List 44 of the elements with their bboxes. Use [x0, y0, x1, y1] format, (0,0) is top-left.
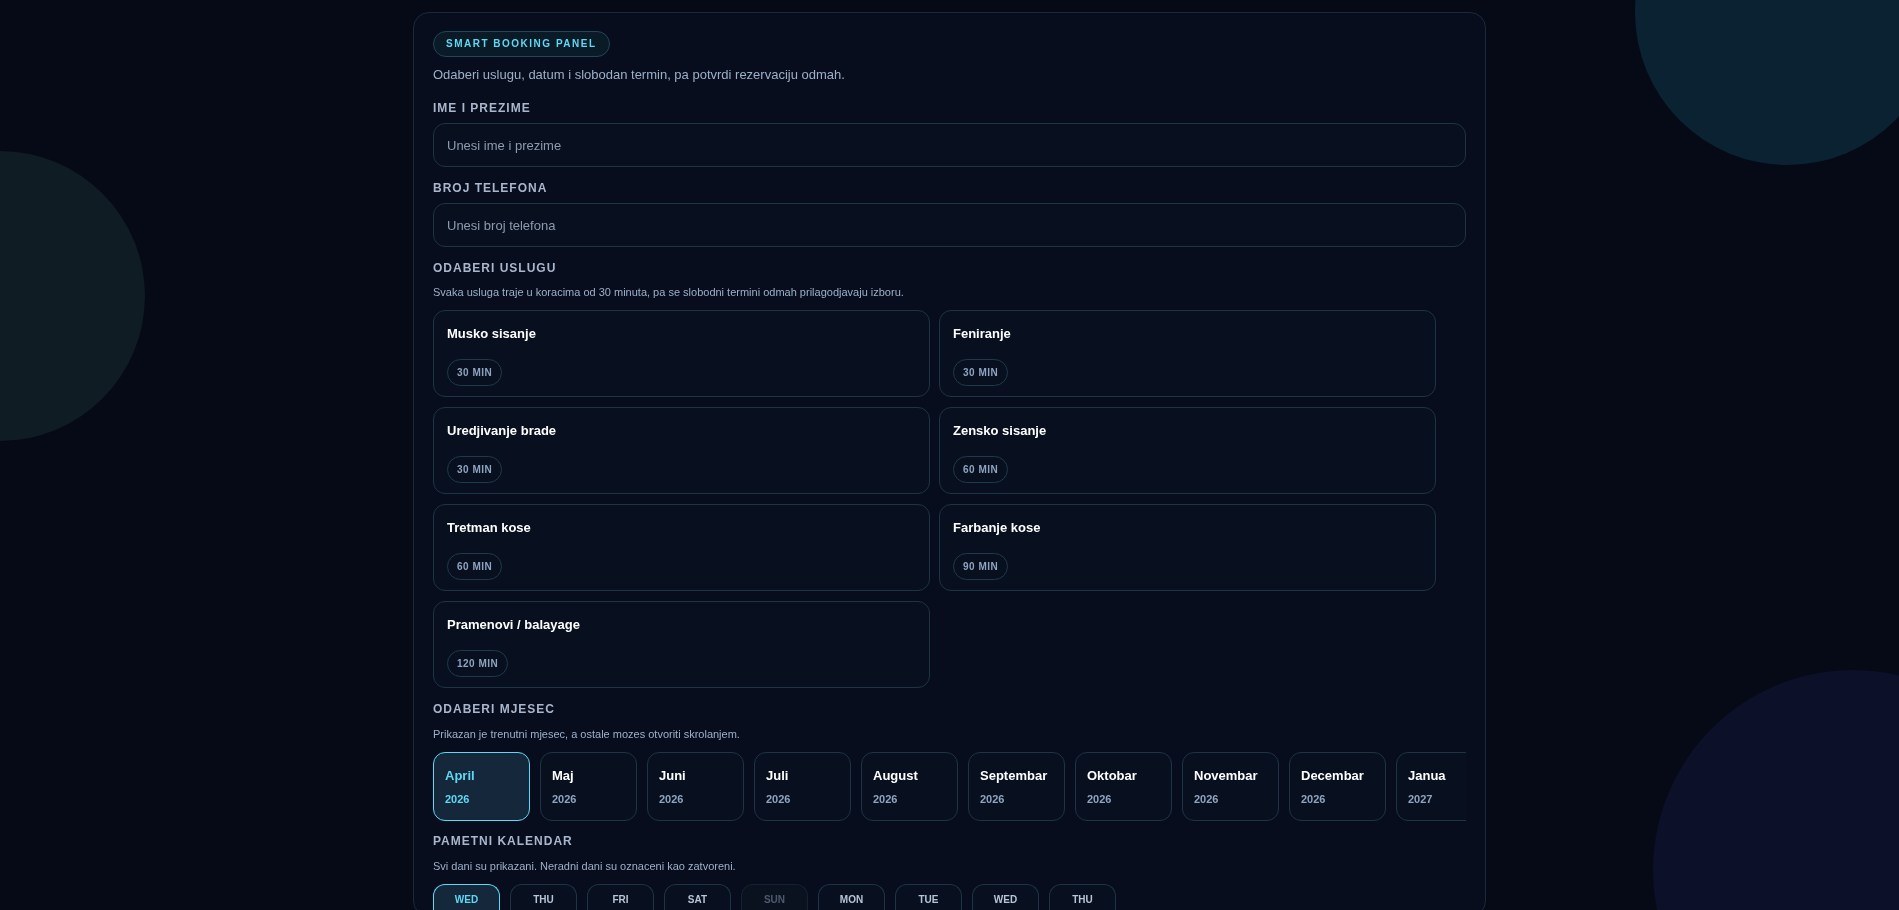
service-name: Farbanje kose [953, 519, 1041, 537]
day-option[interactable]: THU [510, 884, 577, 910]
service-card[interactable]: Feniranje 30 MIN [939, 310, 1436, 397]
section-description: Svi dani su prikazani. Neradni dani su oznaceni kao zatvoreni. [433, 859, 737, 873]
service-card[interactable]: Tretman kose 60 MIN [433, 504, 930, 591]
day-option[interactable]: SAT [664, 884, 731, 910]
section-label: BROJ TELEFONA [433, 181, 549, 195]
service-card[interactable]: Uredjivanje brade 30 MIN [433, 407, 930, 494]
text-input-field[interactable]: Unesi ime i prezime [433, 123, 1466, 167]
service-card[interactable]: Pramenovi / balayage 120 MIN [433, 601, 930, 688]
month-option[interactable]: Novembar 2026 [1182, 752, 1279, 821]
section-label: IME I PREZIME [433, 101, 532, 115]
month-option[interactable]: Juli 2026 [754, 752, 851, 821]
section-label: ODABERI MJESEC [433, 702, 557, 716]
month-option[interactable]: Oktobar 2026 [1075, 752, 1172, 821]
month-option[interactable]: April 2026 [433, 752, 530, 821]
day-option[interactable]: WED [433, 884, 500, 910]
panel-badge: SMART BOOKING PANEL [433, 31, 610, 57]
month-option[interactable]: Septembar 2026 [968, 752, 1065, 821]
month-option[interactable]: Decembar 2026 [1289, 752, 1386, 821]
section-description: Svaka usluga traje u koracima od 30 minuta, pa se slobodni termini odmah prilagodjavaju izboru. [433, 285, 905, 299]
service-name: Feniranje [953, 325, 1011, 343]
service-name: Tretman kose [447, 519, 531, 537]
day-option[interactable]: TUE [895, 884, 962, 910]
month-option[interactable]: Janua 2027 [1396, 752, 1466, 821]
service-card[interactable]: Farbanje kose 90 MIN [939, 504, 1436, 591]
day-option[interactable]: MON [818, 884, 885, 910]
service-card[interactable]: Zensko sisanje 60 MIN [939, 407, 1436, 494]
panel-subtitle: Odaberi uslugu, datum i slobodan termin, pa potvrdi rezervaciju odmah. [433, 66, 846, 84]
month-option[interactable]: August 2026 [861, 752, 958, 821]
section-description: Prikazan je trenutni mjesec, a ostale mozes otvoriti skrolanjem. [433, 727, 741, 741]
day-option[interactable]: THU [1049, 884, 1116, 910]
service-card[interactable]: Musko sisanje 30 MIN [433, 310, 930, 397]
service-name: Pramenovi / balayage [447, 616, 580, 634]
month-option[interactable]: Juni 2026 [647, 752, 744, 821]
day-option[interactable]: WED [972, 884, 1039, 910]
month-option[interactable]: Maj 2026 [540, 752, 637, 821]
service-name: Uredjivanje brade [447, 422, 557, 440]
service-name: Zensko sisanje [953, 422, 1047, 440]
day-option[interactable]: FRI [587, 884, 654, 910]
section-label: PAMETNI KALENDAR [433, 834, 574, 848]
text-input-field[interactable]: Unesi broj telefona [433, 203, 1466, 247]
service-name: Musko sisanje [447, 325, 536, 343]
section-label: ODABERI USLUGU [433, 261, 558, 275]
